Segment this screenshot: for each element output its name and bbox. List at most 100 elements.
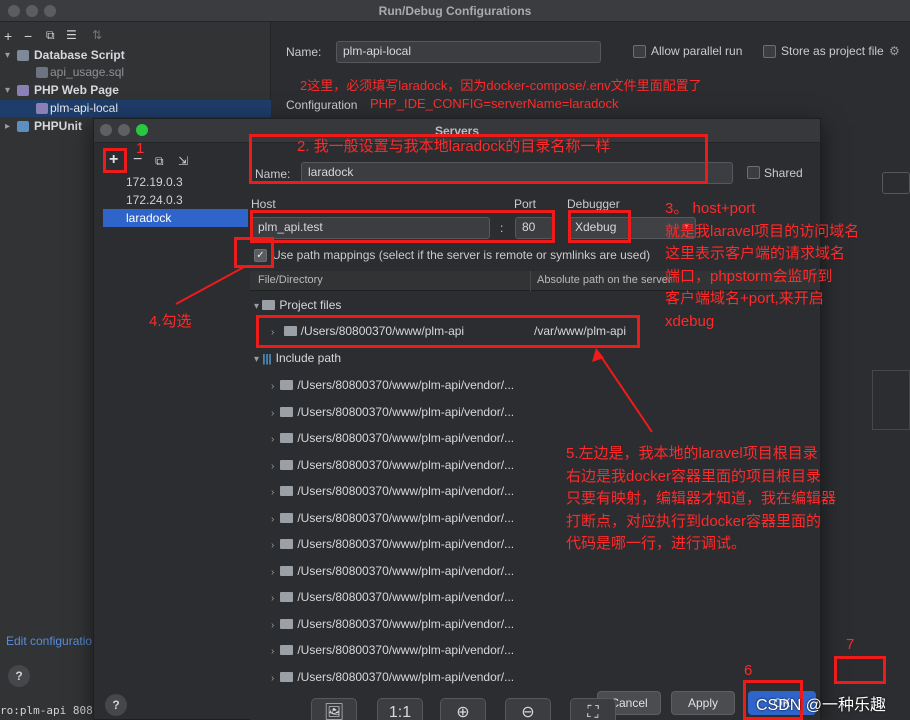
chevron-right-icon[interactable]: › bbox=[271, 327, 274, 338]
config-field-right-edge bbox=[882, 172, 910, 194]
chevron-right-icon[interactable]: › bbox=[271, 408, 274, 419]
chevron-right-icon[interactable]: › bbox=[271, 381, 274, 392]
apply-button[interactable]: Apply bbox=[671, 691, 735, 715]
port-label: Port bbox=[514, 197, 537, 211]
chevron-right-icon[interactable]: ▸ bbox=[5, 118, 10, 135]
fit-screen-icon[interactable]: ⛶ bbox=[570, 698, 616, 720]
include-path-item[interactable]: › /Users/80800370/www/plm-api/vendor/... bbox=[250, 558, 820, 584]
folder-icon bbox=[280, 433, 294, 443]
copy-config-button[interactable]: ⧉ bbox=[46, 28, 55, 43]
edit-configurations-link[interactable]: Edit configuratio bbox=[6, 634, 92, 648]
folder-icon bbox=[283, 326, 297, 336]
host-input[interactable]: plm_api.test bbox=[251, 217, 490, 239]
chevron-down-icon[interactable]: ▾ bbox=[5, 47, 10, 64]
project-mapping-row[interactable]: › /Users/80800370/www/plm-api /var/www/p… bbox=[250, 318, 820, 344]
folder-icon bbox=[280, 459, 294, 470]
dialog-help-button[interactable]: ? bbox=[105, 694, 127, 716]
remote-path-field[interactable]: /var/www/plm-api bbox=[534, 318, 626, 344]
add-config-button[interactable]: + bbox=[4, 28, 12, 44]
remove-config-button[interactable]: − bbox=[24, 28, 32, 44]
folder-icon bbox=[280, 618, 294, 629]
chevron-right-icon[interactable]: › bbox=[271, 673, 274, 684]
allow-parallel-checkbox[interactable] bbox=[633, 45, 646, 58]
folder-icon bbox=[280, 406, 294, 417]
include-path-item[interactable]: › /Users/80800370/www/plm-api/vendor/... bbox=[250, 372, 820, 398]
include-path-row[interactable]: ▾ ||| Include path bbox=[250, 345, 820, 371]
include-path-item[interactable]: › /Users/80800370/www/plm-api/vendor/... bbox=[250, 611, 820, 637]
tree-item-label: PHP Web Page bbox=[34, 83, 119, 97]
window-titlebar: Run/Debug Configurations bbox=[0, 0, 910, 22]
php-web-page-icon bbox=[17, 85, 29, 96]
tree-item-plm-api-local[interactable]: plm-api-local bbox=[0, 100, 271, 117]
zoom-out-icon[interactable]: ⊖ bbox=[505, 698, 551, 720]
n3-line: 端口，phpstorm会监听到 bbox=[665, 267, 833, 285]
include-path-label: Include path bbox=[275, 351, 341, 365]
gear-icon[interactable]: ⚙ bbox=[889, 44, 900, 58]
tree-item-api-usage-sql[interactable]: api_usage.sql bbox=[0, 64, 271, 81]
annotation-7: 7 bbox=[846, 636, 855, 653]
col-file-directory[interactable]: File/Directory bbox=[258, 274, 323, 286]
shared-checkbox[interactable] bbox=[747, 166, 760, 179]
chevron-right-icon[interactable]: › bbox=[271, 461, 274, 472]
server-item[interactable]: 172.24.0.3 bbox=[103, 191, 248, 209]
folder-config-button[interactable]: ☰ bbox=[66, 28, 77, 42]
annotation-6: 6 bbox=[744, 662, 753, 679]
chevron-right-icon[interactable]: › bbox=[271, 646, 274, 657]
chevron-down-icon[interactable]: ▾ bbox=[254, 354, 259, 365]
folder-icon bbox=[262, 300, 276, 310]
chevron-right-icon[interactable]: › bbox=[271, 487, 274, 498]
n5-line: 只要有映射，编辑器才知道，我在编辑器 bbox=[566, 490, 837, 507]
store-project-checkbox[interactable] bbox=[763, 45, 776, 58]
include-path-text: /Users/80800370/www/plm-api/vendor/... bbox=[297, 404, 515, 419]
help-button[interactable]: ? bbox=[8, 665, 30, 687]
folder-icon bbox=[280, 539, 294, 549]
annotation-4: 4.勾选 bbox=[149, 313, 192, 330]
include-path-text: /Users/80800370/www/plm-api/vendor/... bbox=[297, 537, 515, 551]
include-path-item[interactable]: › /Users/80800370/www/plm-api/vendor/... bbox=[250, 399, 820, 425]
zoom-in-icon[interactable]: ⊕ bbox=[440, 698, 486, 720]
port-input[interactable]: 80 bbox=[515, 217, 553, 239]
chevron-right-icon[interactable]: › bbox=[271, 567, 274, 578]
n3-line: 3。 host+port bbox=[665, 200, 756, 217]
folder-icon bbox=[280, 512, 294, 523]
servers-dialog-title: Servers bbox=[434, 124, 480, 138]
chevron-right-icon[interactable]: › bbox=[271, 540, 274, 551]
chevron-right-icon[interactable]: › bbox=[271, 593, 274, 604]
tree-item-php-web-page[interactable]: ▾ PHP Web Page bbox=[0, 82, 271, 99]
watermark: CSDN @一种乐趣 bbox=[756, 697, 887, 714]
chevron-right-icon[interactable]: › bbox=[271, 434, 274, 445]
column-divider[interactable] bbox=[530, 271, 531, 291]
sort-config-button[interactable]: ⇅ bbox=[92, 28, 102, 42]
chevron-right-icon[interactable]: › bbox=[271, 620, 274, 631]
chevron-right-icon[interactable]: › bbox=[271, 514, 274, 525]
server-item[interactable]: 172.19.0.3 bbox=[103, 173, 248, 191]
chevron-down-icon[interactable]: ▾ bbox=[5, 82, 10, 99]
server-name-input[interactable]: laradock bbox=[301, 162, 733, 184]
include-path-text: /Users/80800370/www/plm-api/vendor/... bbox=[297, 643, 515, 657]
copy-server-icon[interactable]: ⧉ bbox=[155, 154, 164, 169]
n3-line: xdebug bbox=[665, 313, 715, 330]
include-path-item[interactable]: › /Users/80800370/www/plm-api/vendor/... bbox=[250, 637, 820, 663]
chevron-down-icon[interactable]: ▾ bbox=[254, 301, 259, 312]
folder-icon bbox=[280, 486, 294, 496]
sql-file-icon bbox=[36, 67, 48, 78]
include-path-item[interactable]: › /Users/80800370/www/plm-api/vendor/... bbox=[250, 584, 820, 610]
use-path-mappings-checkbox[interactable]: ✓ bbox=[254, 249, 267, 262]
include-path-text: /Users/80800370/www/plm-api/vendor/... bbox=[297, 590, 515, 604]
n5-line: 打断点，对应执行到docker容器里面的 bbox=[566, 512, 822, 530]
tree-item-database-script[interactable]: ▾ Database Script bbox=[0, 47, 271, 64]
server-item-selected[interactable]: laradock bbox=[103, 209, 248, 227]
folder-icon bbox=[280, 565, 294, 576]
n3-line: 这里表示客户端的请求域名 bbox=[665, 245, 846, 263]
config-name-input[interactable]: plm-api-local bbox=[336, 41, 601, 63]
folder-icon bbox=[280, 592, 294, 602]
include-path-text: /Users/80800370/www/plm-api/vendor/... bbox=[297, 431, 515, 445]
image-icon[interactable]: 🖼 bbox=[311, 698, 357, 720]
col-absolute-path[interactable]: Absolute path on the server bbox=[537, 274, 672, 286]
actual-size-button[interactable]: 1:1 bbox=[377, 698, 423, 720]
import-server-icon[interactable]: ⇲ bbox=[178, 154, 188, 168]
server-name-label: Name: bbox=[255, 167, 291, 181]
include-path-item[interactable]: › /Users/80800370/www/plm-api/vendor/... bbox=[250, 664, 820, 690]
include-path-text: /Users/80800370/www/plm-api/vendor/... bbox=[297, 669, 515, 684]
add-server-button[interactable]: + bbox=[109, 151, 118, 169]
